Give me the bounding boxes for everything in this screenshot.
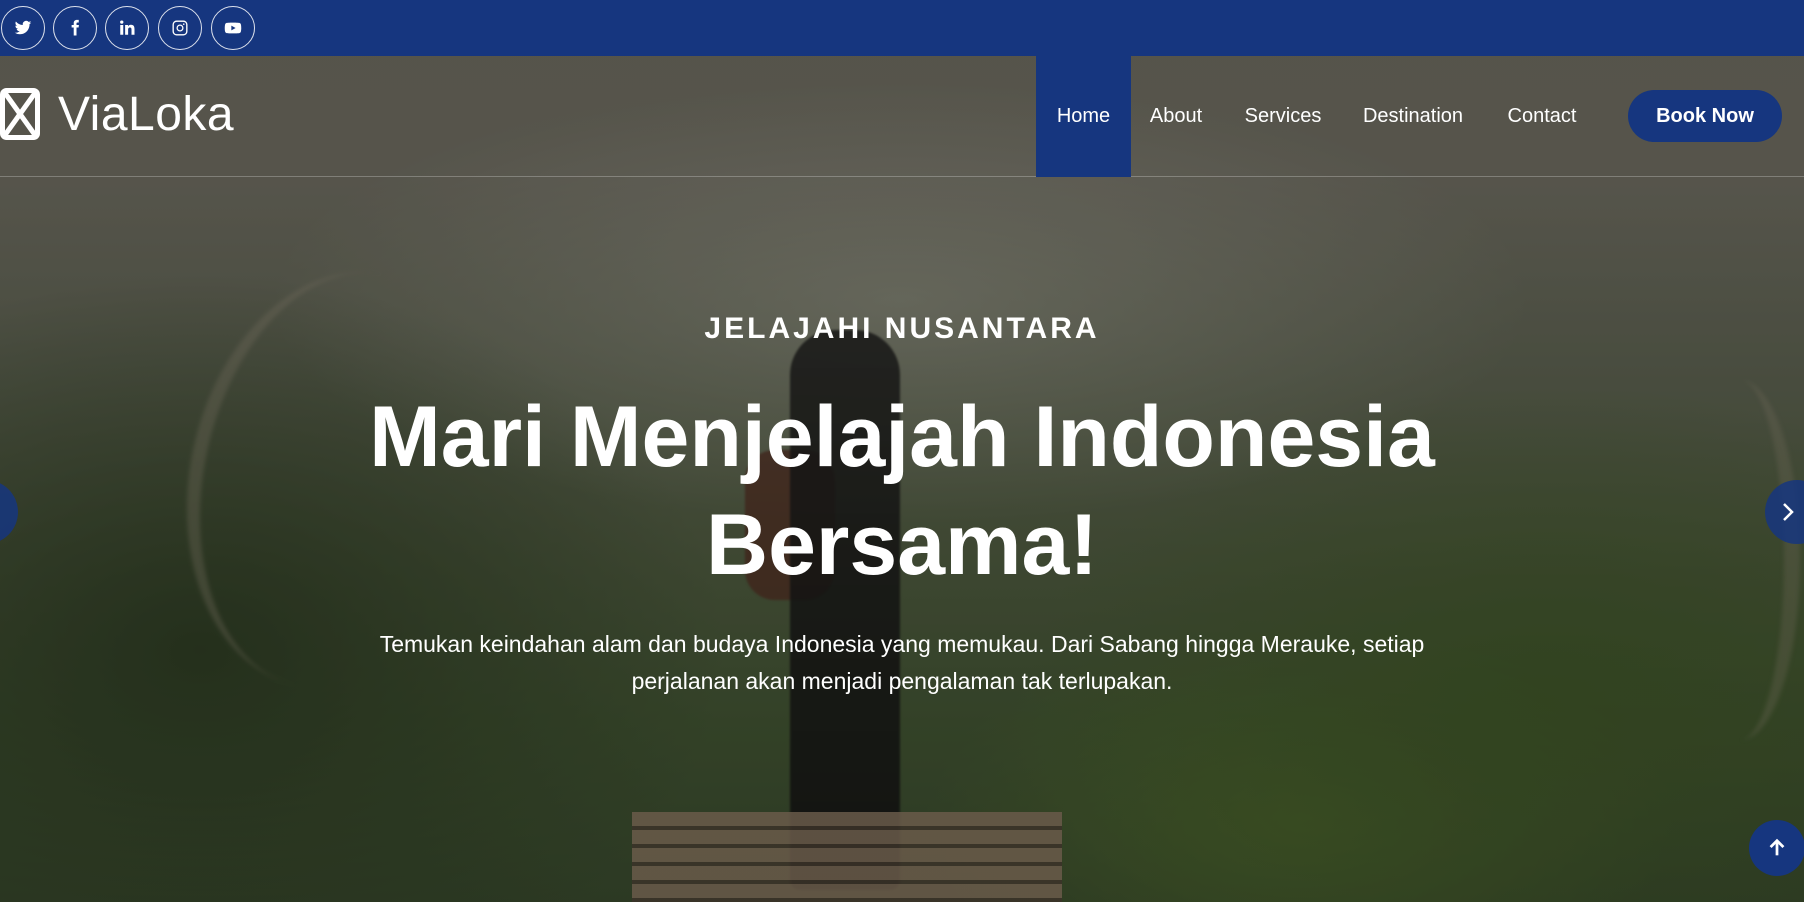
hero-eyebrow: JELAJAHI NUSANTARA: [704, 312, 1100, 345]
brand-name: ViaLoka: [58, 87, 235, 141]
nav-about[interactable]: About: [1131, 56, 1221, 177]
linkedin-link[interactable]: [105, 6, 149, 50]
nav-services[interactable]: Services: [1228, 56, 1338, 177]
instagram-link[interactable]: [158, 6, 202, 50]
nav-contact[interactable]: Contact: [1494, 56, 1590, 177]
instagram-icon: [172, 20, 188, 36]
chevron-right-icon: [1783, 503, 1794, 521]
main-header: ViaLoka Home About Services Destination …: [0, 56, 1804, 177]
social-topbar: [0, 0, 1804, 56]
chevron-left-icon: [0, 500, 8, 524]
nav-home[interactable]: Home: [1036, 56, 1131, 177]
nav-destination[interactable]: Destination: [1350, 56, 1476, 177]
book-now-button[interactable]: Book Now: [1628, 90, 1782, 142]
back-to-top-button[interactable]: [1749, 820, 1804, 876]
facebook-link[interactable]: [53, 6, 97, 50]
hero-subtext: Temukan keindahan alam dan budaya Indone…: [379, 631, 1425, 694]
arrow-up-icon: [1769, 838, 1785, 856]
twitter-icon: [14, 20, 32, 35]
youtube-icon: [224, 22, 242, 34]
brand-logo[interactable]: ViaLoka: [0, 86, 234, 142]
twitter-link[interactable]: [1, 6, 45, 50]
youtube-link[interactable]: [211, 6, 255, 50]
logo-icon: [0, 88, 40, 140]
hero-headline: Mari Menjelajah Indonesia Bersama!: [369, 389, 1435, 593]
linkedin-icon: [120, 20, 135, 35]
facebook-icon: [71, 19, 79, 36]
